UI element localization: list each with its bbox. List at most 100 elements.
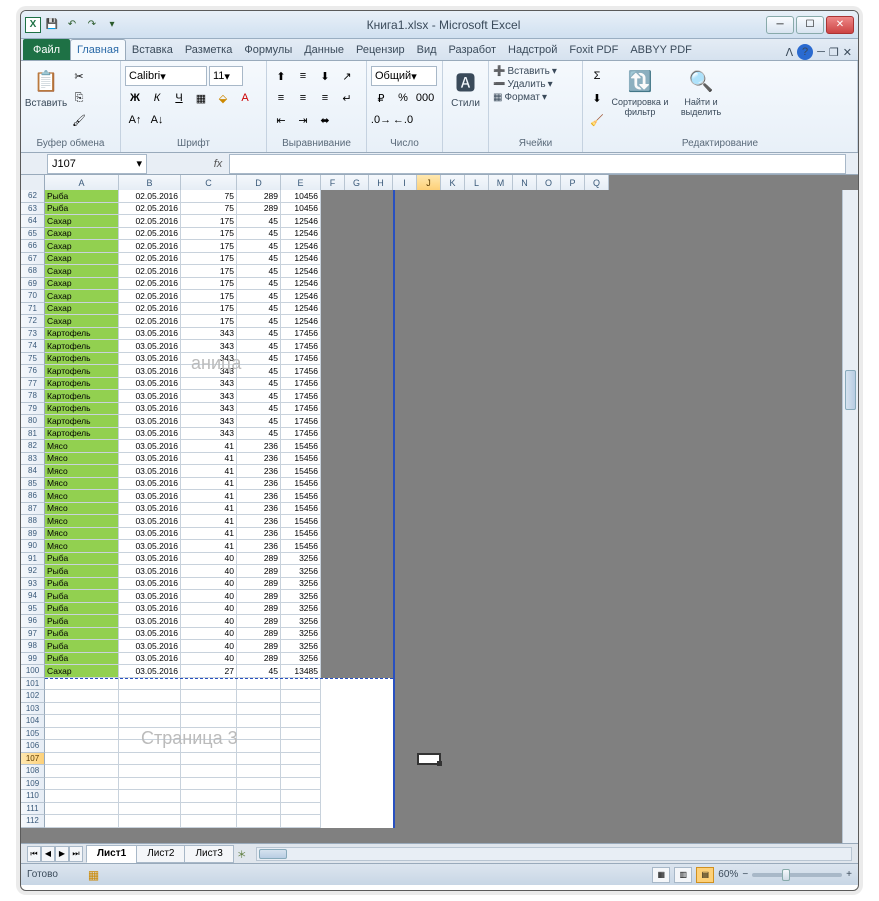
col-header-C[interactable]: C — [181, 175, 237, 190]
cell[interactable]: 15456 — [281, 453, 321, 466]
col-header-O[interactable]: O — [537, 175, 561, 190]
row-header[interactable]: 103 — [21, 703, 45, 716]
cell[interactable]: 10456 — [281, 190, 321, 203]
col-header-G[interactable]: G — [345, 175, 369, 190]
cell[interactable]: 175 — [181, 290, 237, 303]
cell[interactable]: 12546 — [281, 228, 321, 241]
col-header-A[interactable]: A — [45, 175, 119, 190]
cell[interactable]: 41 — [181, 453, 237, 466]
row-header[interactable]: 92 — [21, 565, 45, 578]
row-header[interactable]: 85 — [21, 478, 45, 491]
cell[interactable]: 27 — [181, 665, 237, 678]
row-header[interactable]: 108 — [21, 765, 45, 778]
cell[interactable]: Рыба — [45, 578, 119, 591]
cell[interactable]: Мясо — [45, 465, 119, 478]
row-header[interactable]: 73 — [21, 328, 45, 341]
cell[interactable] — [281, 728, 321, 741]
copy-icon[interactable]: ⎘ — [69, 88, 89, 108]
col-header-Q[interactable]: Q — [585, 175, 609, 190]
new-sheet-icon[interactable]: ＊ — [234, 846, 250, 861]
row-header[interactable]: 87 — [21, 503, 45, 516]
cell[interactable]: Картофель — [45, 390, 119, 403]
cell[interactable]: Мясо — [45, 503, 119, 516]
cell[interactable]: 02.05.2016 — [119, 315, 181, 328]
cell[interactable]: 45 — [237, 428, 281, 441]
cell[interactable]: 175 — [181, 215, 237, 228]
cell[interactable] — [119, 778, 181, 791]
cell[interactable]: 03.05.2016 — [119, 590, 181, 603]
row-header[interactable]: 99 — [21, 653, 45, 666]
cell[interactable]: 03.05.2016 — [119, 453, 181, 466]
ribbon-tab-2[interactable]: Разметка — [179, 39, 239, 60]
cell[interactable]: 45 — [237, 665, 281, 678]
cell[interactable] — [45, 790, 119, 803]
ribbon-tab-6[interactable]: Вид — [411, 39, 443, 60]
cell[interactable]: 45 — [237, 278, 281, 291]
tab-nav-last-icon[interactable]: ⏭ — [69, 846, 83, 862]
cell[interactable]: 03.05.2016 — [119, 415, 181, 428]
cell[interactable]: 45 — [237, 378, 281, 391]
cell[interactable]: Мясо — [45, 440, 119, 453]
cell[interactable]: 289 — [237, 640, 281, 653]
cell[interactable] — [237, 703, 281, 716]
ribbon-tab-0[interactable]: Главная — [70, 39, 126, 60]
cell[interactable]: 02.05.2016 — [119, 303, 181, 316]
cell[interactable]: 02.05.2016 — [119, 203, 181, 216]
cell[interactable] — [45, 815, 119, 828]
row-header[interactable]: 89 — [21, 528, 45, 541]
redo-icon[interactable]: ↷ — [83, 16, 101, 34]
align-right-icon[interactable]: ≡ — [315, 88, 335, 108]
cell[interactable]: 45 — [237, 353, 281, 366]
cell[interactable] — [281, 740, 321, 753]
cell[interactable] — [181, 815, 237, 828]
cell[interactable]: 17456 — [281, 340, 321, 353]
tab-nav-first-icon[interactable]: ⏮ — [27, 846, 41, 862]
cell[interactable]: 41 — [181, 490, 237, 503]
cell[interactable]: 15456 — [281, 540, 321, 553]
cell[interactable]: 10456 — [281, 203, 321, 216]
clear-icon[interactable]: 🧹 — [587, 110, 607, 130]
cell[interactable]: 45 — [237, 215, 281, 228]
cell[interactable] — [119, 815, 181, 828]
cell[interactable]: 15456 — [281, 440, 321, 453]
cell[interactable]: 236 — [237, 528, 281, 541]
col-header-J[interactable]: J — [417, 175, 441, 190]
cell[interactable]: 41 — [181, 540, 237, 553]
percent-icon[interactable]: % — [393, 88, 413, 108]
insert-cells-button[interactable]: ➕ Вставить ▾ — [493, 66, 557, 77]
cell[interactable]: 15456 — [281, 503, 321, 516]
row-header[interactable]: 74 — [21, 340, 45, 353]
cell[interactable]: 02.05.2016 — [119, 265, 181, 278]
row-header[interactable]: 106 — [21, 740, 45, 753]
comma-icon[interactable]: 000 — [415, 88, 435, 108]
cell[interactable]: 75 — [181, 190, 237, 203]
cell[interactable]: 41 — [181, 478, 237, 491]
col-header-N[interactable]: N — [513, 175, 537, 190]
cell[interactable] — [181, 715, 237, 728]
cell[interactable]: 40 — [181, 578, 237, 591]
tab-nav-prev-icon[interactable]: ◀ — [41, 846, 55, 862]
cell[interactable]: 15456 — [281, 465, 321, 478]
ribbon-tab-5[interactable]: Рецензир — [350, 39, 411, 60]
cell[interactable] — [45, 703, 119, 716]
cell[interactable] — [281, 678, 321, 691]
cell[interactable] — [281, 790, 321, 803]
cell[interactable]: 12546 — [281, 265, 321, 278]
cell[interactable]: 03.05.2016 — [119, 540, 181, 553]
cell[interactable]: 40 — [181, 590, 237, 603]
cell[interactable] — [119, 715, 181, 728]
cell[interactable]: 343 — [181, 353, 237, 366]
cell[interactable]: Сахар — [45, 228, 119, 241]
ribbon-tab-4[interactable]: Данные — [298, 39, 350, 60]
cell[interactable]: Рыба — [45, 565, 119, 578]
cell[interactable]: 02.05.2016 — [119, 290, 181, 303]
hscroll-thumb[interactable] — [259, 849, 287, 859]
row-header[interactable]: 112 — [21, 815, 45, 828]
cell[interactable]: 3256 — [281, 590, 321, 603]
cell[interactable]: 175 — [181, 240, 237, 253]
cell[interactable] — [181, 678, 237, 691]
cell[interactable]: 40 — [181, 553, 237, 566]
ribbon-tab-10[interactable]: ABBYY PDF — [624, 39, 698, 60]
row-header[interactable]: 69 — [21, 278, 45, 291]
row-header[interactable]: 63 — [21, 203, 45, 216]
